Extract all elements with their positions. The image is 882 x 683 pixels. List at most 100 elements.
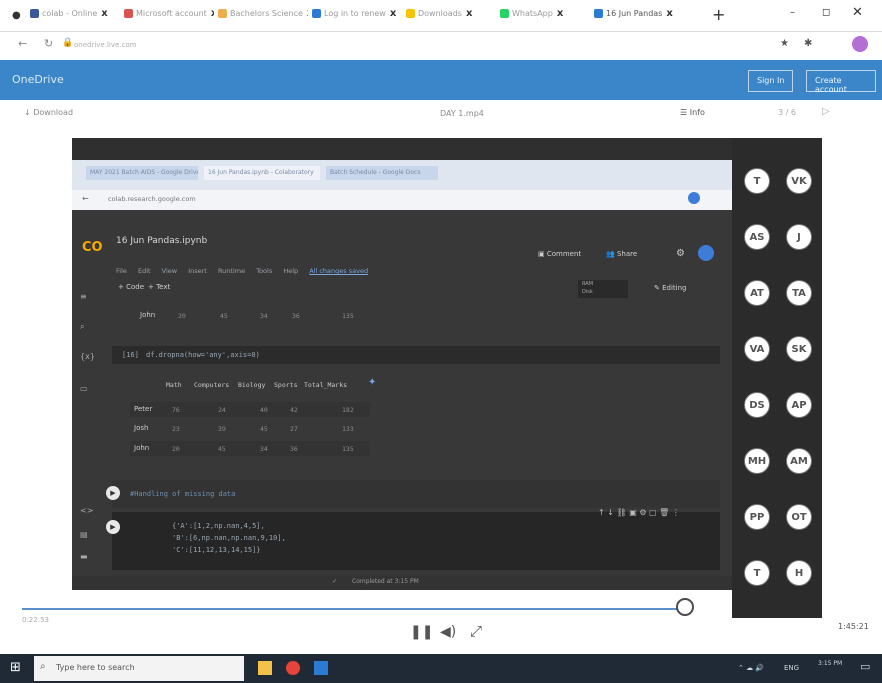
new-tab-icon[interactable]: +: [712, 5, 725, 24]
magic-wand-icon[interactable]: ✦: [368, 377, 376, 388]
comment-icon[interactable]: ▣: [629, 508, 639, 517]
snippets-icon[interactable]: ▤: [80, 530, 88, 539]
seek-knob[interactable]: [676, 598, 694, 616]
gear-icon[interactable]: ⚙: [639, 508, 649, 517]
info-button[interactable]: ☰ Info: [680, 108, 705, 117]
participant-avatar[interactable]: AS: [744, 224, 770, 250]
inner-url-text[interactable]: colab.research.google.com: [108, 195, 196, 203]
windows-start-icon[interactable]: ⊞: [10, 660, 21, 675]
browser-tab[interactable]: Log in to renew x: [312, 8, 402, 26]
inner-tab[interactable]: Batch Schedule - Google Docs: [326, 166, 438, 180]
mirror-icon[interactable]: ▢: [649, 508, 659, 517]
code-icon[interactable]: <>: [80, 506, 93, 515]
participant-avatar[interactable]: H: [786, 560, 812, 586]
gear-icon[interactable]: ⚙: [676, 248, 685, 259]
cell-code[interactable]: df.dropna(how='any',axis=0): [146, 351, 260, 359]
browser-tab[interactable]: colab - Online x: [30, 8, 120, 26]
code-line[interactable]: {'A':[1,2,np.nan,4,5],: [172, 522, 265, 530]
taskbar-search[interactable]: ⌕ Type here to search: [34, 656, 244, 681]
comment-button[interactable]: ▣ Comment: [538, 250, 581, 258]
next-icon[interactable]: ▷: [822, 106, 830, 117]
participant-avatar[interactable]: OT: [786, 504, 812, 530]
close-icon[interactable]: x: [211, 8, 214, 19]
close-icon[interactable]: x: [666, 8, 672, 19]
back-icon[interactable]: ←: [18, 37, 27, 50]
close-icon[interactable]: x: [557, 8, 563, 19]
tray-icons[interactable]: ⌃ ☁ 🔊: [738, 664, 764, 672]
participant-avatar[interactable]: T: [744, 168, 770, 194]
seek-bar[interactable]: [22, 608, 682, 610]
language-indicator[interactable]: ENG: [784, 664, 799, 672]
fullscreen-icon[interactable]: ⤢: [470, 622, 482, 640]
menu-help[interactable]: Help: [283, 267, 298, 275]
link-icon[interactable]: ⛓: [617, 508, 630, 517]
participant-avatar[interactable]: T: [744, 560, 770, 586]
reload-icon[interactable]: ↻: [44, 37, 53, 50]
browser-tab[interactable]: Downloads x: [406, 8, 496, 26]
tab-search-icon[interactable]: ●: [12, 10, 21, 21]
participant-avatar[interactable]: PP: [744, 504, 770, 530]
resources-indicator[interactable]: RAM Disk: [578, 280, 628, 298]
inner-tab-active[interactable]: 16 Jun Pandas.ipynb - Colaboratory: [204, 166, 320, 180]
inner-tab[interactable]: MAY 2021 Batch AIDS - Google Drive: [86, 166, 198, 180]
participant-avatar[interactable]: AM: [786, 448, 812, 474]
share-button[interactable]: 👥 Share: [606, 250, 637, 258]
participant-avatar[interactable]: AP: [786, 392, 812, 418]
menu-insert[interactable]: Insert: [188, 267, 207, 275]
create-account-button[interactable]: Create account: [806, 70, 876, 94]
folder-icon[interactable]: ▭: [80, 384, 88, 393]
participant-avatar[interactable]: TA: [786, 280, 812, 306]
pause-icon[interactable]: ❚❚: [410, 624, 433, 640]
sign-in-button[interactable]: Sign In: [748, 70, 794, 92]
terminal-icon[interactable]: ▬: [80, 552, 88, 561]
toc-icon[interactable]: ≡: [80, 292, 87, 301]
maximize-icon[interactable]: ◻: [822, 7, 830, 18]
profile-avatar[interactable]: [688, 192, 700, 204]
minimize-icon[interactable]: –: [790, 7, 795, 18]
notifications-icon[interactable]: ▭: [860, 660, 870, 673]
markdown-cell[interactable]: ▶ #Handling of missing data: [106, 480, 720, 508]
close-icon[interactable]: x: [101, 8, 107, 19]
add-code-button[interactable]: + Code: [118, 283, 144, 291]
participant-avatar[interactable]: SK: [786, 336, 812, 362]
close-icon[interactable]: x: [466, 8, 472, 19]
participant-avatar[interactable]: J: [786, 224, 812, 250]
active-code-cell[interactable]: ▶ {'A':[1,2,np.nan,4,5], 'B':[6,np.nan,n…: [106, 508, 720, 570]
save-status[interactable]: All changes saved: [309, 267, 368, 275]
star-icon[interactable]: ★: [780, 38, 789, 49]
url-text[interactable]: onedrive.live.com: [74, 41, 694, 49]
code-line[interactable]: 'B':[6,np.nan,np.nan,9,10],: [172, 534, 286, 542]
notebook-title[interactable]: 16 Jun Pandas.ipynb: [116, 236, 207, 246]
browser-tab[interactable]: WhatsApp x: [500, 8, 590, 26]
menu-edit[interactable]: Edit: [138, 267, 151, 275]
close-window-icon[interactable]: ✕: [852, 5, 863, 20]
move-down-icon[interactable]: ↓: [607, 508, 616, 517]
profile-avatar[interactable]: [852, 36, 868, 52]
participant-avatar[interactable]: AT: [744, 280, 770, 306]
app-icon[interactable]: [314, 661, 328, 675]
participant-avatar[interactable]: VA: [744, 336, 770, 362]
run-cell-icon[interactable]: ▶: [106, 520, 120, 534]
extension-icon[interactable]: ✱: [804, 38, 812, 49]
file-explorer-icon[interactable]: [258, 661, 272, 675]
code-line[interactable]: 'C':[11,12,13,14,15]}: [172, 546, 261, 554]
onedrive-title[interactable]: OneDrive: [12, 73, 64, 86]
clock[interactable]: 3:15 PM: [818, 660, 842, 667]
menu-file[interactable]: File: [116, 267, 127, 275]
menu-runtime[interactable]: Runtime: [218, 267, 245, 275]
avatar[interactable]: [698, 245, 714, 261]
close-icon[interactable]: x: [390, 8, 396, 19]
more-icon[interactable]: ⋮: [672, 508, 680, 517]
browser-tab[interactable]: Bachelors Sciencex: [218, 8, 308, 26]
menu-view[interactable]: View: [162, 267, 177, 275]
browser-tab[interactable]: Microsoft accountx: [124, 8, 214, 26]
chrome-icon[interactable]: [286, 661, 300, 675]
delete-icon[interactable]: 🗑: [659, 508, 672, 517]
participant-avatar[interactable]: VK: [786, 168, 812, 194]
run-cell-icon[interactable]: ▶: [106, 486, 120, 500]
move-up-icon[interactable]: ↑: [598, 508, 607, 517]
add-text-button[interactable]: + Text: [148, 283, 170, 291]
close-icon[interactable]: x: [307, 8, 308, 19]
search-icon[interactable]: ⌕: [80, 322, 84, 332]
participant-avatar[interactable]: DS: [744, 392, 770, 418]
